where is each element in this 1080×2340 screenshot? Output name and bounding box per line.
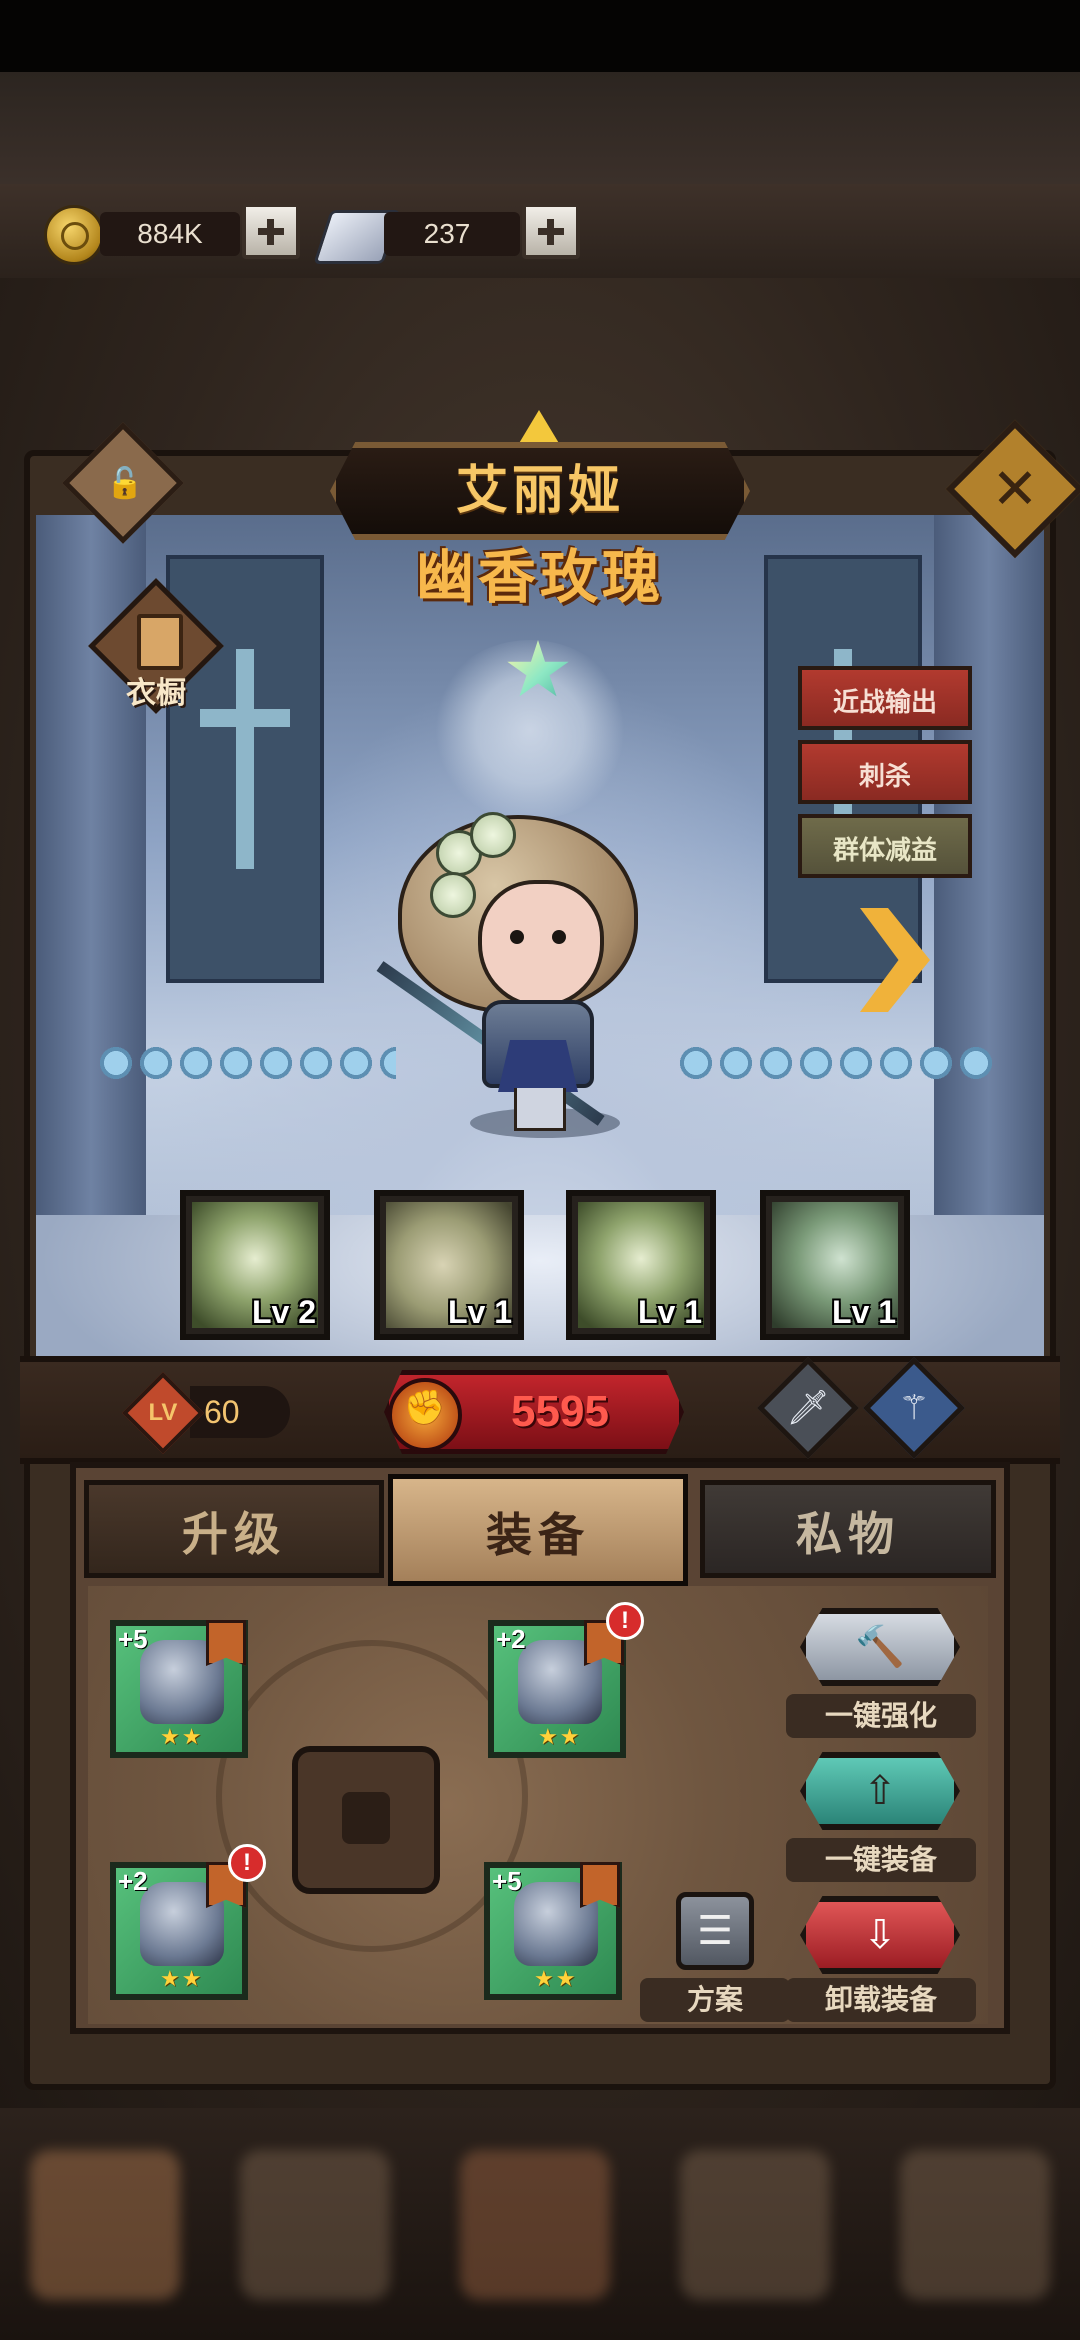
nav-item-heroes[interactable] [30, 2150, 180, 2300]
enhance-level: +2 [496, 1624, 526, 1654]
hero-face [478, 880, 604, 1008]
role-tag: 近战输出 [798, 666, 972, 730]
enhance-level: +5 [118, 1624, 148, 1654]
down-arrow-icon: ⇩ [863, 1913, 897, 1957]
wardrobe-label: 衣橱 [126, 677, 186, 710]
equip-stars: ★★ [538, 1724, 582, 1749]
tab-upgrade[interactable]: 升级 [84, 1480, 384, 1578]
hero-eye [552, 930, 566, 944]
nav-item-2[interactable] [240, 2150, 390, 2300]
sword-icon: 🗡 [786, 1389, 830, 1427]
list-icon: ☰ [697, 1909, 733, 1953]
hero-eye [510, 930, 524, 944]
rose-ornament [430, 872, 476, 918]
hero-name: 艾丽娅 [455, 462, 624, 520]
locked-slot-lock-icon[interactable] [292, 1746, 440, 1894]
skill-level: Lv 1 [637, 1294, 702, 1330]
status-bar [0, 0, 1080, 72]
equip-stars: ★★ [534, 1966, 578, 1991]
hero-skin-name: 幽香玫瑰 [415, 545, 664, 610]
enhance-level: +5 [492, 1866, 522, 1896]
unequip-label: 卸载装备 [786, 1978, 976, 2022]
strengthen-all-label: 一键强化 [786, 1694, 976, 1738]
rose-ornament [470, 812, 516, 858]
hero-level: 60 [204, 1394, 240, 1430]
skill-level: Lv 1 [831, 1294, 896, 1330]
hammer-icon: 🔨 [855, 1625, 905, 1669]
alert-icon: ! [606, 1602, 644, 1640]
unlock-icon: 🔓 [106, 467, 144, 500]
scroll-amount: 237 [423, 218, 471, 249]
tab-equipment[interactable]: 装备 [388, 1474, 688, 1586]
nav-item-5[interactable] [900, 2150, 1050, 2300]
rose-bed-left [96, 1045, 396, 1081]
fist-power-icon [388, 1378, 462, 1452]
role-tag: 群体减益 [798, 814, 972, 878]
level-badge-label: LV [148, 1399, 178, 1426]
equip-all-label: 一键装备 [786, 1838, 976, 1882]
hero-legs [514, 1088, 566, 1131]
add-gold-button[interactable] [242, 203, 300, 259]
equip-stars: ★★ [160, 1724, 204, 1749]
tab-private-items[interactable]: 私物 [700, 1480, 996, 1578]
gold-amount: 884K [137, 218, 203, 249]
close-icon: ✕ [991, 457, 1039, 520]
hero-power: 5595 [511, 1387, 609, 1436]
hero-skirt [498, 1040, 578, 1092]
wardrobe-icon [137, 614, 183, 670]
staff-icon: ⚚ [898, 1389, 930, 1427]
nav-item-4[interactable] [680, 2150, 830, 2300]
up-arrow-icon: ⇧ [863, 1769, 897, 1813]
rose-bed-right [676, 1045, 996, 1081]
role-tag: 刺杀 [798, 740, 972, 804]
skill-level: Lv 2 [251, 1294, 316, 1330]
add-scroll-button[interactable] [522, 203, 580, 259]
header-strip [0, 72, 1080, 187]
nav-item-3[interactable] [460, 2150, 610, 2300]
plan-label: 方案 [640, 1978, 790, 2022]
alert-icon: ! [228, 1844, 266, 1882]
enhance-level: +2 [118, 1866, 148, 1896]
gold-coin-icon [44, 205, 104, 265]
equip-stars: ★★ [160, 1966, 204, 1991]
skill-level: Lv 1 [447, 1294, 512, 1330]
